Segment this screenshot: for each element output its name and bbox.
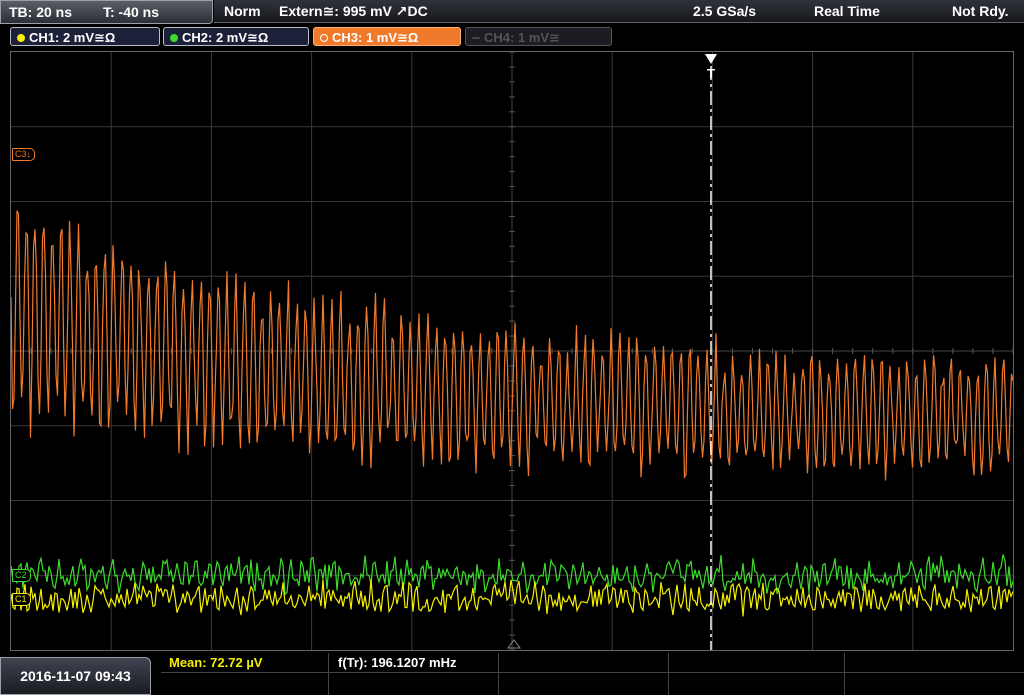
- trigger-frequency-measurement: f(Tr): 196.1207 mHz: [338, 655, 457, 670]
- ch1-offset-marker[interactable]: C1: [12, 593, 31, 606]
- sample-rate-label: 2.5 GSa/s: [693, 3, 757, 19]
- trigger-position-icon[interactable]: [705, 54, 717, 64]
- ch3-marker-label: C3: [15, 149, 27, 159]
- acquisition-state-label: Not Rdy.: [952, 3, 1009, 19]
- datetime-display: 2016-11-07 09:43: [0, 657, 151, 695]
- ch1-label: CH1: 2 mV≅Ω: [29, 30, 116, 45]
- acquisition-status-panel[interactable]: Norm Extern≅: 995 mV ↗DC 2.5 GSa/s Real …: [214, 0, 1024, 23]
- tab-ch2[interactable]: CH2: 2 mV≅Ω: [163, 27, 309, 46]
- waveform-plot: T: [11, 52, 1013, 650]
- ch2-offset-marker[interactable]: C2: [12, 569, 31, 582]
- timebase-panel[interactable]: TB: 20 ns T: -40 ns: [0, 0, 213, 24]
- top-status-bar: TB: 20 ns T: -40 ns Norm Extern≅: 995 mV…: [0, 0, 1024, 24]
- ch3-label: CH3: 1 mV≅Ω: [332, 30, 419, 45]
- ch2-indicator-icon: [170, 34, 178, 42]
- trigger-time-label: T: -40 ns: [103, 4, 160, 20]
- datetime-label: 2016-11-07 09:43: [20, 668, 131, 684]
- ch2-label: CH2: 2 mV≅Ω: [182, 30, 269, 45]
- ch3-offset-marker[interactable]: C3↓: [12, 148, 36, 161]
- trigger-source-label: Extern≅: 995 mV ↗DC: [279, 3, 428, 19]
- ch4-indicator-icon: [472, 37, 480, 39]
- trigger-mode-label: Norm: [224, 3, 261, 19]
- waveform-display[interactable]: T C3↓ C2 C1: [10, 51, 1014, 651]
- ch3-indicator-icon: [320, 34, 328, 42]
- tab-ch1[interactable]: CH1: 2 mV≅Ω: [10, 27, 160, 46]
- grid: [11, 52, 1013, 650]
- ch1-marker-label: C1: [15, 594, 27, 604]
- ch4-label: CH4: 1 mV≅: [484, 30, 560, 45]
- measurement-table[interactable]: [161, 653, 1024, 695]
- ch1-indicator-icon: [17, 34, 25, 42]
- acquisition-mode-label: Real Time: [814, 3, 880, 19]
- tab-ch4[interactable]: CH4: 1 mV≅: [465, 27, 612, 46]
- horizontal-center-icon: [507, 639, 521, 649]
- ch2-marker-label: C2: [15, 570, 27, 580]
- timebase-label: TB: 20 ns: [9, 4, 73, 20]
- trigger-marker-label: T: [707, 66, 715, 81]
- tab-ch3[interactable]: CH3: 1 mV≅Ω: [313, 27, 461, 46]
- mean-measurement: Mean: 72.72 µV: [169, 655, 263, 670]
